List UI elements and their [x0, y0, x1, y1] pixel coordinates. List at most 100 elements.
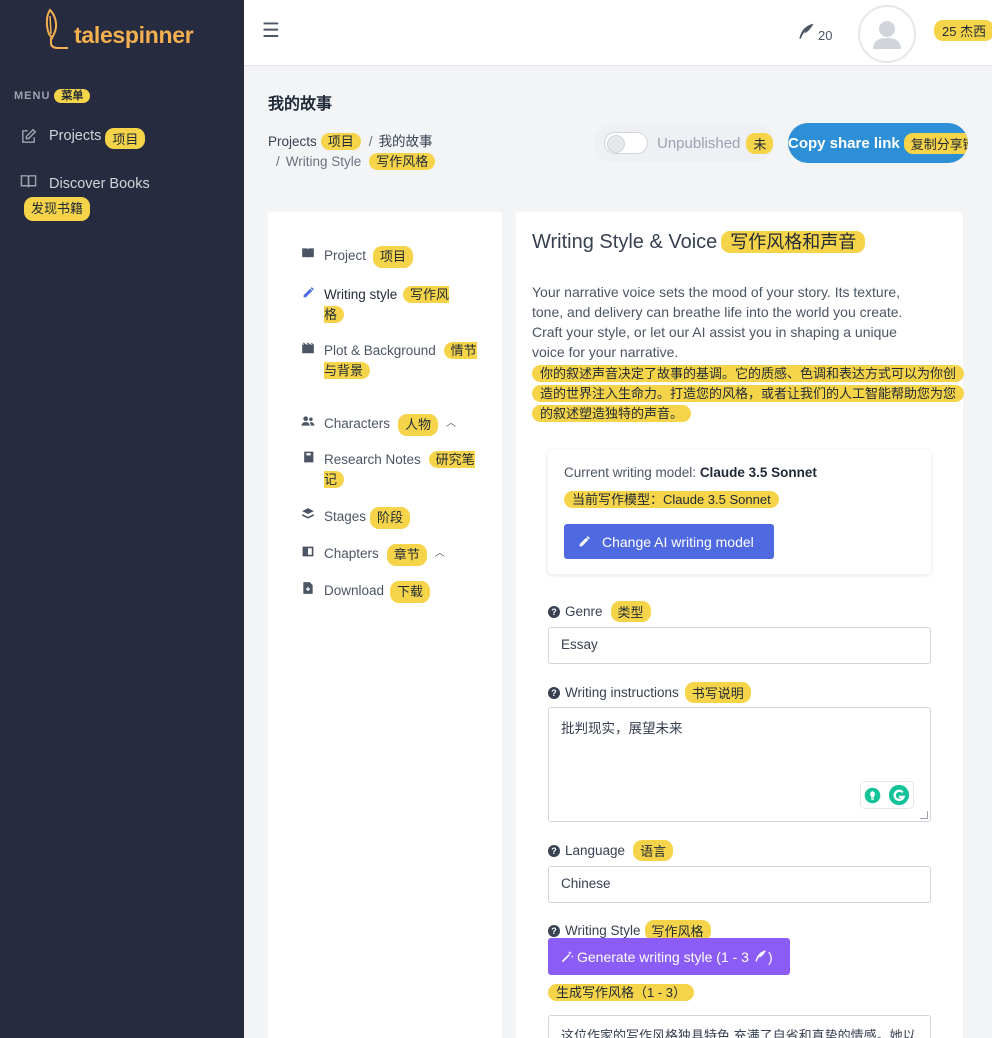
credits: 20 [796, 20, 832, 43]
writing-model-box: Current writing model: Claude 3.5 Sonnet… [548, 450, 931, 574]
change-ai-model-button[interactable]: Change AI writing model [564, 524, 774, 559]
credits-count: 20 [818, 28, 833, 43]
section-description-translation: 你的叙述声音决定了故事的基调。它的质感、色调和表达方式可以为你创造的世界注入生命… [532, 364, 965, 424]
nav-item-stages[interactable]: Stages 阶段 [300, 507, 411, 529]
nav-item-project[interactable]: Project 项目 [300, 246, 414, 268]
nav-item-label: Download [324, 583, 385, 598]
breadcrumb-current: Writing Style [285, 154, 362, 169]
nav-item-download[interactable]: Download 下载 [300, 581, 431, 603]
nav-item-label-wrap: Plot & Background 情节与背景 [324, 341, 482, 381]
breadcrumb-separator: / [276, 154, 280, 169]
avatar[interactable] [858, 5, 916, 63]
nav-item-label: Plot & Background [324, 343, 436, 358]
help-icon[interactable]: ? [548, 924, 560, 937]
genre-label-text: Genre [565, 604, 603, 619]
share-button-translation: 复制分享链 [903, 132, 968, 154]
section-nav-card: Project 项目 Writing style 写作风格 Plot & Back… [268, 212, 502, 1038]
nav-item-label: Project [324, 248, 367, 263]
nav-item-translation: 阶段 [370, 507, 411, 529]
language-input[interactable]: Chinese [548, 866, 931, 903]
logo-text: talespinner [74, 22, 194, 48]
section-description: Your narrative voice sets the mood of yo… [532, 284, 903, 360]
writing-style-textarea[interactable]: 这位作家的写作风格独具特色,充满了自省和真挚的情感。她以 [548, 1015, 931, 1038]
logo[interactable]: talespinner [40, 8, 194, 52]
sidebar-item-discover-books[interactable]: Discover Books 发现书籍 [20, 173, 220, 221]
breadcrumb-projects[interactable]: Projects [268, 134, 317, 149]
nav-item-label: Research Notes [324, 452, 421, 467]
nav-item-writing-style[interactable]: Writing style 写作风格 [300, 285, 480, 325]
menu-label: MENU 菜单 [14, 87, 91, 103]
menu-label-text: MENU [14, 90, 51, 102]
nav-item-research-notes[interactable]: Research Notes 研究笔记 [300, 450, 490, 490]
publish-toggle[interactable] [604, 132, 648, 154]
genre-label: ? Genre 类型 [548, 601, 651, 622]
menu-label-translation: 菜单 [54, 89, 91, 103]
nav-item-label-wrap: Writing style 写作风格 [324, 285, 468, 325]
language-label-text: Language [565, 843, 626, 858]
publish-toggle-container: Unpublished 未 [594, 124, 774, 162]
genre-label-translation: 类型 [610, 601, 651, 622]
current-model-label: Current writing model: [564, 465, 697, 480]
nav-item-label: Characters [324, 416, 391, 431]
current-model-translation-text: 当前写作模型：Claude 3.5 Sonnet [564, 491, 779, 508]
resize-handle[interactable] [920, 811, 928, 819]
nav-item-label: Writing style [324, 287, 398, 302]
help-icon[interactable]: ? [548, 605, 560, 618]
book-icon [20, 173, 38, 197]
section-title-translation: 写作风格和声音 [721, 231, 866, 253]
sidebar: talespinner MENU 菜单 Projects 项目 Discover B… [0, 0, 244, 1038]
copy-share-link-button[interactable]: Copy share link复制分享链 [788, 123, 968, 163]
section-title: Writing Style & Voice 写作风格和声音 [532, 228, 866, 254]
breadcrumb: Projects 项目 / 我的故事 / Writing Style 写作风格 [268, 132, 588, 172]
nav-item-translation: 人物 [398, 414, 439, 436]
hamburger-icon[interactable]: ☰ [262, 18, 280, 43]
generate-button-label: Generate writing style (1 - 3 [577, 948, 749, 965]
generate-writing-style-button[interactable]: Generate writing style (1 - 3 ) [548, 938, 790, 975]
current-model-line: Current writing model: Claude 3.5 Sonnet [564, 465, 817, 480]
change-ai-model-label: Change AI writing model [602, 533, 754, 550]
chevron-up-icon[interactable]: ︿ [435, 544, 445, 564]
instructions-label-text: Writing instructions [565, 685, 679, 700]
genre-input[interactable]: Essay [548, 627, 931, 664]
sidebar-item-translation: 项目 [105, 128, 146, 149]
quill-icon [799, 23, 814, 39]
generate-button-label-end: ) [767, 948, 773, 965]
lightbulb-icon [864, 787, 881, 803]
nav-item-label: Chapters [324, 546, 379, 561]
breadcrumb-projects-translation: 项目 [320, 133, 361, 150]
help-icon[interactable]: ? [548, 686, 560, 699]
instructions-value: 批判现实，展望未来 [561, 721, 683, 736]
film-icon [300, 341, 316, 361]
sidebar-item-projects[interactable]: Projects 项目 [20, 128, 146, 149]
sidebar-item-translation: 发现书籍 [24, 197, 91, 221]
pencil-icon [300, 285, 316, 305]
nav-item-characters[interactable]: Characters 人物 ︿ [300, 414, 456, 436]
writing-style-label-text: Writing Style [565, 923, 641, 938]
generate-button-translation: 生成写作风格（1 - 3） [548, 982, 695, 1001]
breadcrumb-story[interactable]: 我的故事 [379, 134, 433, 149]
nav-item-label-wrap: Research Notes 研究笔记 [324, 450, 482, 490]
chevron-up-icon[interactable]: ︿ [446, 414, 456, 434]
quill-logo-icon [45, 8, 68, 49]
book-open-icon [300, 246, 316, 266]
writing-style-card: Writing Style & Voice 写作风格和声音 Your narrat… [516, 212, 965, 1038]
topbar: ☰ 20 25 杰西 [244, 0, 992, 66]
instructions-label-translation: 书写说明 [684, 682, 751, 703]
language-label-translation: 语言 [633, 840, 674, 861]
magic-wand-icon [561, 950, 574, 962]
publish-status-label: Unpublished [657, 134, 741, 152]
grammarly-icon [888, 784, 909, 806]
help-icon[interactable]: ? [548, 844, 560, 857]
file-download-icon [300, 581, 316, 601]
nav-item-plot-background[interactable]: Plot & Background 情节与背景 [300, 341, 490, 381]
username-badge[interactable]: 25 杰西 [934, 20, 992, 41]
grammar-assistant-widget[interactable] [860, 781, 914, 809]
nav-item-translation: 下载 [390, 581, 431, 603]
layers-icon [300, 507, 316, 527]
section-title-text: Writing Style & Voice [532, 231, 718, 253]
instructions-textarea[interactable]: 批判现实，展望未来 [548, 707, 931, 822]
nav-item-chapters[interactable]: Chapters 章节 ︿ [300, 544, 445, 566]
sidebar-item-label: Projects [49, 128, 102, 144]
quill-icon [755, 950, 767, 962]
columns-icon [300, 544, 316, 564]
